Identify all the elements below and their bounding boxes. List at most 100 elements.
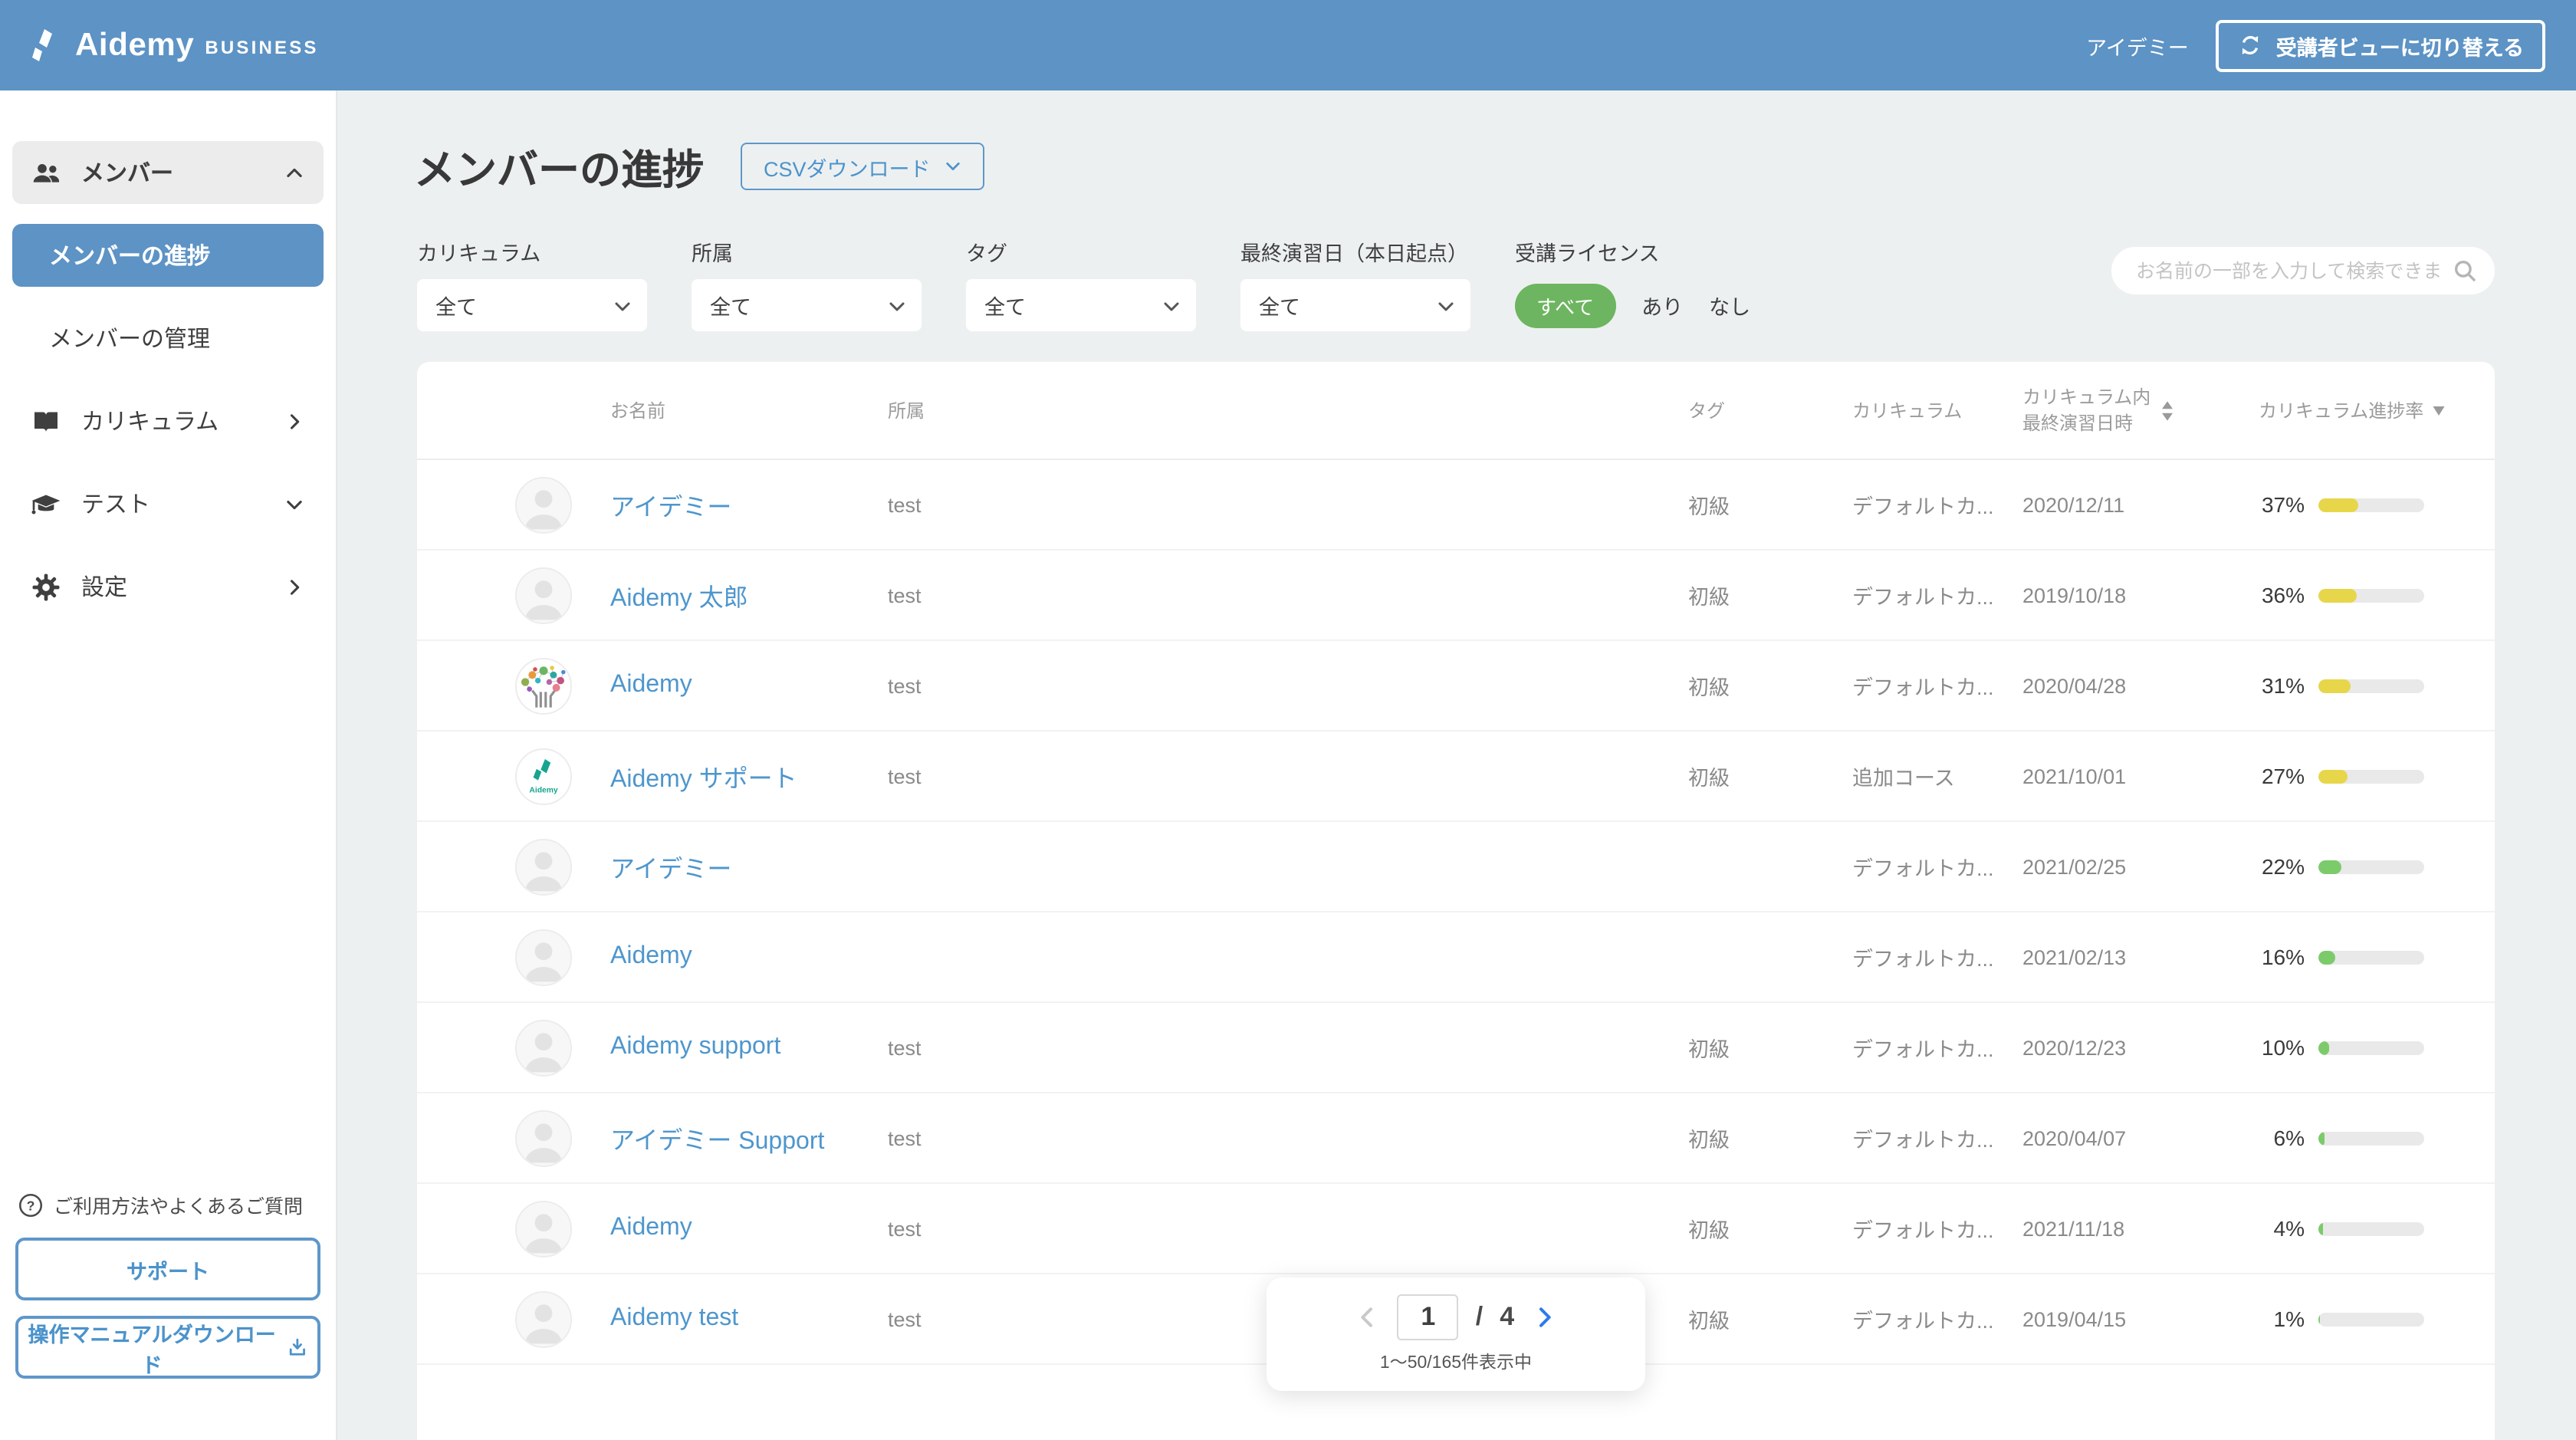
affiliation-cell: test [888, 674, 1688, 697]
sidebar-item-member-progress[interactable]: メンバーの進捗 [12, 224, 324, 287]
graduation-cap-icon [31, 488, 61, 519]
progress-bar [2318, 860, 2424, 873]
sidebar-item-member-management[interactable]: メンバーの管理 [12, 307, 324, 370]
person-avatar-icon [517, 568, 570, 622]
table-row: アイデミー デフォルトカ... 2021/02/25 22% [417, 822, 2495, 912]
last-practice-cell: 2021/10/01 [2022, 764, 2225, 787]
page-separator: / [1476, 1302, 1483, 1333]
sort-desc-icon [2431, 404, 2445, 416]
sidebar-item-curriculum[interactable]: カリキュラム [12, 390, 324, 452]
switch-view-button[interactable]: 受講者ビューに切り替える [2216, 19, 2545, 71]
sidebar-item-test[interactable]: テスト [12, 472, 324, 535]
progress-percent: 10% [2225, 1035, 2305, 1060]
svg-text:?: ? [27, 1197, 35, 1212]
affiliation-cell: test [888, 584, 1688, 607]
chevron-down-icon [284, 493, 305, 515]
last-practice-header-line2: 最終演習日時 [2022, 410, 2150, 436]
book-icon [31, 406, 61, 436]
member-name-link[interactable]: アイデミー [610, 857, 731, 883]
chevron-down-icon [613, 298, 632, 316]
support-button[interactable]: サポート [15, 1238, 320, 1300]
progress-bar-fill [2318, 769, 2347, 783]
progress-bar-fill [2318, 860, 2341, 873]
sidebar-item-settings[interactable]: 設定 [12, 555, 324, 618]
curriculum-cell: 追加コース [1852, 761, 2022, 791]
progress-bar-fill [2318, 950, 2335, 964]
next-page-button[interactable] [1531, 1305, 1556, 1330]
progress-bar [2318, 1221, 2424, 1235]
license-option-no[interactable]: なし [1709, 290, 1750, 321]
license-option-all[interactable]: すべて [1515, 283, 1615, 327]
progress-bar-fill [2318, 1221, 2323, 1235]
tag-cell: 初級 [1688, 670, 1852, 701]
curriculum-filter-value: 全て [435, 290, 477, 321]
tag-filter-select[interactable]: 全て [966, 279, 1196, 331]
search-icon [2452, 258, 2478, 284]
affiliation-cell: test [888, 1036, 1688, 1059]
affiliation-cell: test [888, 1126, 1688, 1149]
table-row: アイデミー Support test 初級 デフォルトカ... 2020/04/… [417, 1093, 2495, 1184]
member-name-link[interactable]: Aidemy [610, 1215, 692, 1241]
tag-filter-value: 全て [984, 290, 1026, 321]
avatar [515, 476, 572, 533]
last-practice-filter-select[interactable]: 全て [1240, 279, 1470, 331]
license-option-yes[interactable]: あり [1641, 290, 1683, 321]
member-name-link[interactable]: Aidemy [610, 943, 692, 969]
refresh-icon [2238, 32, 2264, 58]
member-name-link[interactable]: Aidemy サポート [610, 767, 797, 793]
main-content: メンバーの進捗 CSVダウンロード カリキュラム 全て 所属 [337, 90, 2576, 1440]
manual-download-button[interactable]: 操作マニュアルダウンロード [15, 1316, 320, 1379]
sidebar-item-members[interactable]: メンバー [12, 141, 324, 204]
network-tree-avatar-icon [517, 659, 570, 712]
column-header-name: お名前 [610, 397, 888, 423]
person-avatar-icon [517, 478, 570, 531]
page-number-input[interactable] [1398, 1294, 1459, 1340]
tag-cell: 初級 [1688, 1032, 1852, 1063]
table-row: Aidemy test 初級 デフォルトカ... 2021/11/18 4% [417, 1184, 2495, 1274]
last-practice-filter-label: 最終演習日（本日起点） [1240, 236, 1470, 267]
sort-icon [2160, 399, 2174, 421]
prev-page-button[interactable] [1356, 1305, 1381, 1330]
progress-bar-fill [2318, 1312, 2319, 1326]
member-name-link[interactable]: アイデミー [610, 495, 731, 521]
progress-percent: 4% [2225, 1216, 2305, 1241]
avatar [515, 838, 572, 895]
member-name-link[interactable]: アイデミー Support [610, 1129, 824, 1155]
member-name-link[interactable]: Aidemy support [610, 1034, 780, 1060]
header-user-name: アイデミー [2086, 30, 2189, 61]
last-practice-cell: 2020/12/11 [2022, 493, 2225, 516]
svg-text:Aidemy: Aidemy [529, 785, 557, 794]
member-name-link[interactable]: Aidemy [610, 672, 692, 698]
search-input[interactable] [2111, 247, 2495, 294]
progress-bar [2318, 1041, 2424, 1054]
progress-percent: 27% [2225, 764, 2305, 788]
tag-cell: 初級 [1688, 1213, 1852, 1244]
affiliation-filter-select[interactable]: 全て [692, 279, 922, 331]
curriculum-cell: デフォルトカ... [1852, 1304, 2022, 1334]
curriculum-filter-select[interactable]: 全て [417, 279, 647, 331]
help-link[interactable]: ? ご利用方法やよくあるご質問 [18, 1190, 317, 1219]
person-avatar-icon [517, 1111, 570, 1165]
member-name-link[interactable]: Aidemy 太郎 [610, 586, 748, 612]
csv-download-label: CSVダウンロード [764, 151, 931, 182]
member-name-link[interactable]: Aidemy test [610, 1305, 738, 1331]
curriculum-filter-label: カリキュラム [417, 236, 647, 267]
column-header-last-practice[interactable]: カリキュラム内 最終演習日時 [2022, 384, 2225, 436]
table-header-row: お名前 所属 タグ カリキュラム カリキュラム内 最終演習日時 カリキュラム進捗… [417, 362, 2495, 460]
table-body: アイデミー test 初級 デフォルトカ... 2020/12/11 37% A… [417, 460, 2495, 1365]
sidebar-item-label: テスト [81, 488, 150, 520]
tag-cell: 初級 [1688, 580, 1852, 610]
progress-percent: 22% [2225, 854, 2305, 879]
last-practice-cell: 2020/04/28 [2022, 674, 2225, 697]
table-row: アイデミー test 初級 デフォルトカ... 2020/12/11 37% [417, 460, 2495, 551]
license-filter-label: 受講ライセンス [1515, 236, 1750, 267]
person-avatar-icon [517, 1021, 570, 1074]
csv-download-button[interactable]: CSVダウンロード [741, 143, 984, 190]
gear-icon [31, 571, 61, 602]
curriculum-cell: デフォルトカ... [1852, 1213, 2022, 1244]
column-header-progress[interactable]: カリキュラム進捗率 [2225, 397, 2495, 423]
logo-brand-text: Aidemy [75, 27, 194, 64]
switch-view-label: 受講者ビューに切り替える [2276, 30, 2524, 61]
table-row: Aidemy Aidemy サポート test 初級 追加コース 2021/10… [417, 732, 2495, 822]
avatar [515, 657, 572, 714]
